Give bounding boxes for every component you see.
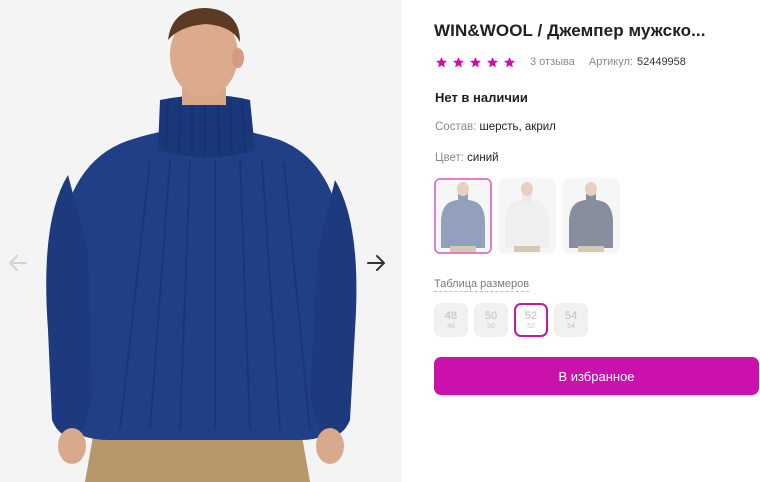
color-swatch-white[interactable] bbox=[498, 178, 556, 254]
color-swatches bbox=[434, 178, 620, 254]
article-value: 52449958 bbox=[636, 56, 686, 68]
color-row: Цвет: синий bbox=[435, 152, 499, 164]
color-swatch-navy[interactable] bbox=[562, 178, 620, 254]
size-table-link[interactable]: Таблица размеров bbox=[434, 278, 530, 292]
color-swatch-blue[interactable] bbox=[434, 178, 492, 254]
star-icon bbox=[487, 56, 498, 67]
product-title: WIN&WOOL / Джемпер мужско... bbox=[434, 21, 706, 40]
color-value: синий bbox=[467, 152, 499, 164]
rating-row: 3 отзыва Артикул: 52449958 bbox=[435, 53, 686, 71]
composition-value: шерсть, акрил bbox=[479, 121, 556, 133]
size-option-54[interactable]: 54 54 bbox=[554, 303, 588, 337]
swatch-thumbnail bbox=[436, 180, 490, 252]
size-label: 50 bbox=[484, 309, 498, 322]
size-sublabel: 48 bbox=[447, 322, 455, 330]
star-icon bbox=[453, 56, 464, 67]
size-label: 52 bbox=[524, 309, 538, 322]
star-icon bbox=[504, 56, 515, 67]
prev-image-button[interactable] bbox=[3, 248, 33, 278]
arrow-left-icon bbox=[9, 255, 27, 271]
next-image-button[interactable] bbox=[361, 248, 391, 278]
star-icon bbox=[436, 56, 447, 67]
composition-label: Состав: bbox=[435, 121, 477, 133]
swatch-thumbnail bbox=[564, 180, 618, 252]
size-option-50[interactable]: 50 50 bbox=[474, 303, 508, 337]
product-info-panel: WIN&WOOL / Джемпер мужско... 3 отзыва Ар… bbox=[402, 0, 760, 482]
size-sublabel: 50 bbox=[487, 322, 495, 330]
add-to-favorites-button[interactable]: В избранное bbox=[434, 357, 759, 395]
color-label: Цвет: bbox=[435, 152, 464, 164]
star-icon bbox=[470, 56, 481, 67]
rating-stars[interactable] bbox=[435, 56, 516, 69]
swatch-thumbnail bbox=[500, 180, 554, 252]
size-label: 48 bbox=[444, 309, 458, 322]
availability-status: Нет в наличии bbox=[435, 90, 528, 105]
reviews-link[interactable]: 3 отзыва bbox=[530, 56, 575, 68]
size-option-48[interactable]: 48 48 bbox=[434, 303, 468, 337]
arrow-right-icon bbox=[367, 255, 385, 271]
size-label: 54 bbox=[564, 309, 578, 322]
product-photo bbox=[0, 0, 402, 482]
size-option-52[interactable]: 52 52 bbox=[514, 303, 548, 337]
size-selector: 48 48 50 50 52 52 54 54 bbox=[434, 303, 588, 337]
size-sublabel: 52 bbox=[527, 322, 535, 330]
article-label: Артикул: bbox=[588, 56, 633, 68]
product-gallery bbox=[0, 0, 402, 482]
composition-row: Состав: шерсть, акрил bbox=[435, 121, 556, 133]
size-sublabel: 54 bbox=[567, 322, 575, 330]
